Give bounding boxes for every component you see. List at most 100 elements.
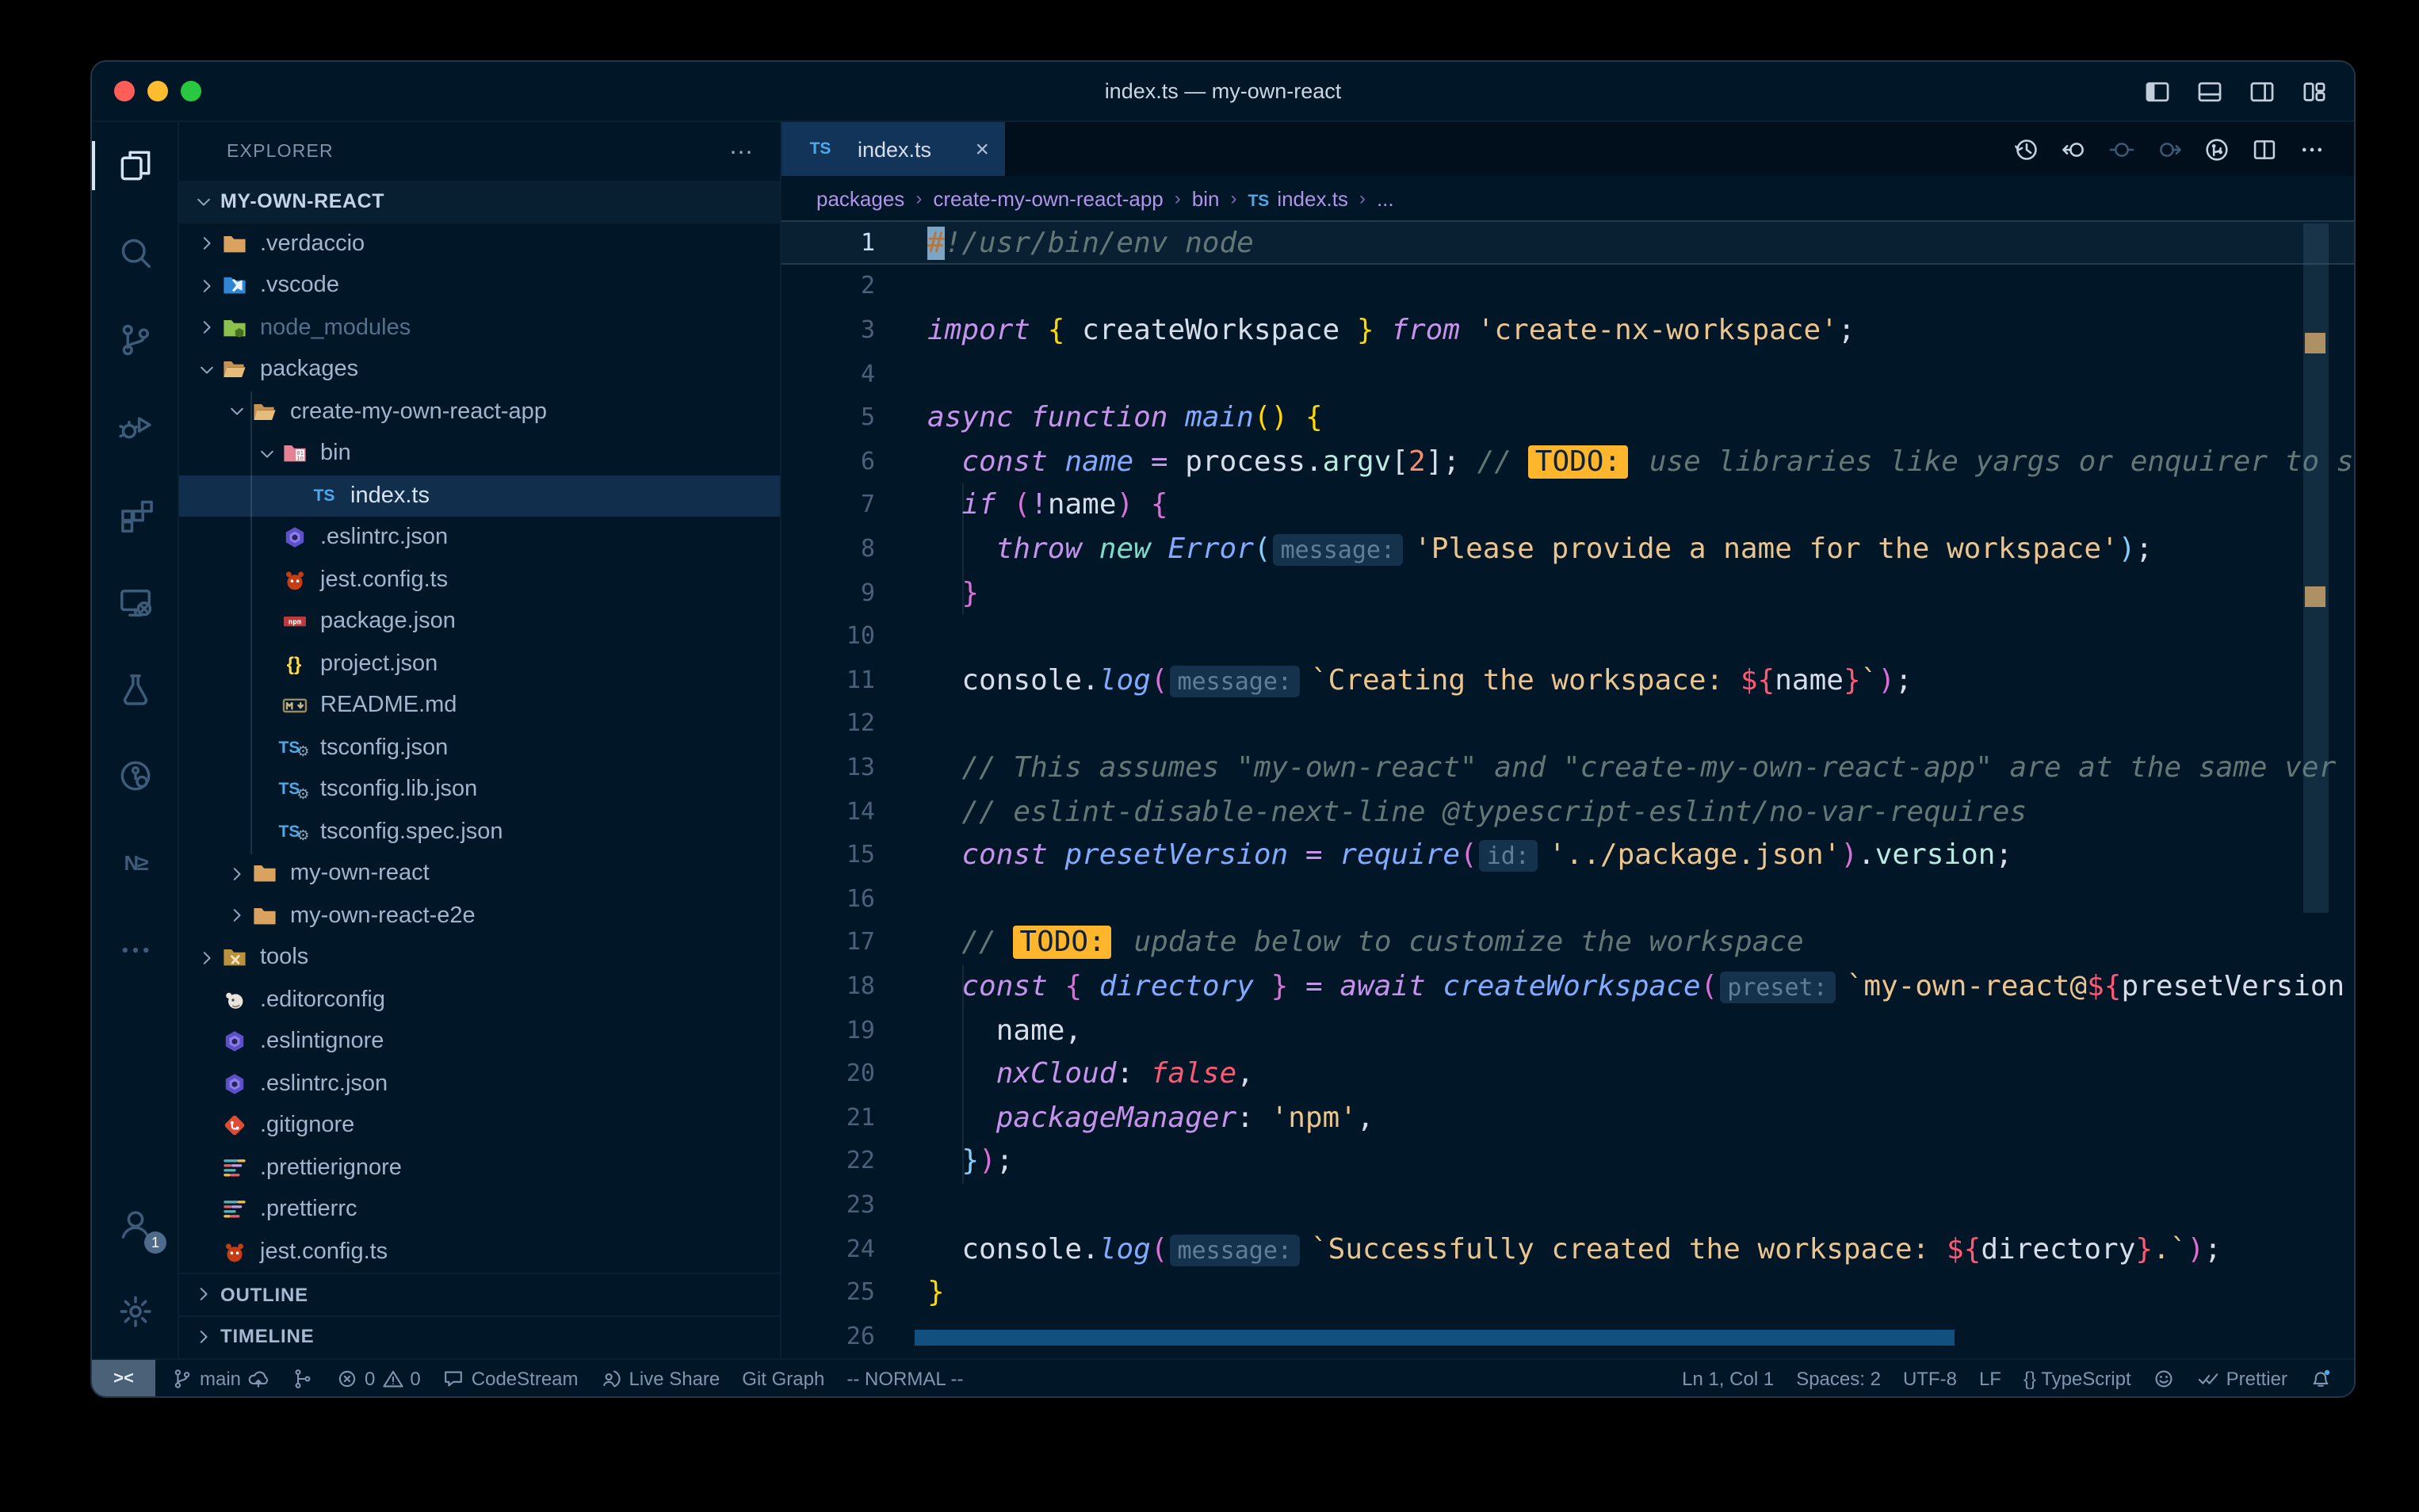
tree-item-.prettierrc[interactable]: .prettierrc [179,1189,780,1231]
status-indentation[interactable]: Spaces: 2 [1796,1367,1881,1389]
tree-item-jest.config.ts[interactable]: jest.config.ts [179,1231,780,1273]
status-encoding[interactable]: UTF-8 [1903,1367,1957,1389]
breadcrumb-index.ts[interactable]: TSindex.ts [1248,186,1347,210]
code-line-7: 7 if (!name) { [781,484,2354,528]
tree-item-my-own-react[interactable]: my-own-react [179,853,780,895]
traffic-lights [114,81,201,101]
tree-item-jest.config.ts[interactable]: jest.config.ts [179,559,780,601]
tree-item-.eslintrc.json[interactable]: .eslintrc.json [179,517,780,559]
status-prettier[interactable]: Prettier [2198,1367,2287,1389]
breadcrumb-create-my-own-react-app[interactable]: create-my-own-react-app [933,186,1163,210]
local-history-icon[interactable] [2013,136,2040,162]
activity-gitlens[interactable] [92,732,179,819]
tree-item-my-own-react-e2e[interactable]: my-own-react-e2e [179,895,780,937]
bin-icon: 0110 [279,441,309,468]
split-editor-icon[interactable] [2251,136,2278,162]
tree-item-label: tsconfig.lib.json [320,777,477,803]
status-feedback[interactable] [2153,1367,2176,1389]
status-git-branch[interactable]: main [171,1367,269,1389]
activity-extensions[interactable] [92,471,179,558]
status-problems[interactable]: 00 [336,1367,421,1389]
close-tab-icon[interactable]: × [975,136,989,162]
activity-run-debug[interactable] [92,384,179,471]
tree-item-index.ts[interactable]: TSindex.ts [179,475,780,517]
tree-item-.verdaccio[interactable]: .verdaccio [179,223,780,265]
activity-search[interactable] [92,209,179,296]
close-window-button[interactable] [114,81,135,101]
line-number: 13 [781,746,875,790]
nav-forward-icon[interactable] [2156,136,2183,162]
tree-item-.eslintrc.json[interactable]: .eslintrc.json [179,1063,780,1105]
more-actions-icon[interactable] [2299,136,2325,162]
code-editor[interactable]: 1#!/usr/bin/env node23import { createWor… [781,220,2354,1358]
maximize-window-button[interactable] [181,81,201,101]
status-label: UTF-8 [1903,1367,1957,1389]
vertical-scrollbar[interactable] [2303,223,2329,913]
minimize-window-button[interactable] [147,81,168,101]
breadcrumb-bin[interactable]: bin [1192,186,1220,210]
activity-remote-explorer[interactable] [92,558,179,645]
status-git-graph[interactable]: Git Graph [742,1367,824,1389]
status-cursor-position[interactable]: Ln 1, Col 1 [1682,1367,1774,1389]
activity-more-views[interactable] [92,907,179,994]
screen: index.ts — my-own-react N≥ 1 EXPLORER ⋯ … [0,0,2419,1512]
tree-item-.gitignore[interactable]: .gitignore [179,1105,780,1147]
remote-indicator[interactable]: >< [92,1359,155,1397]
tree-item-tools[interactable]: tools [179,937,780,979]
warnTri-icon [381,1367,403,1389]
status-notifications[interactable] [2310,1367,2332,1389]
status-vim-mode[interactable]: -- NORMAL -- [846,1367,963,1389]
chevron-right-icon [225,905,247,927]
line-number: 12 [781,703,875,746]
horizontal-scrollbar[interactable] [915,1330,1955,1346]
activity-nx-console[interactable]: N≥ [92,819,179,907]
tree-item-.eslintignore[interactable]: .eslintignore [179,1021,780,1063]
tree-item-project.json[interactable]: {}project.json [179,643,780,685]
tree-item-package.json[interactable]: npmpackage.json [179,601,780,643]
tree-item-node_modules[interactable]: node_modules [179,307,780,349]
nav-back-icon[interactable] [2061,136,2088,162]
status-codestream[interactable]: CodeStream [443,1367,579,1389]
activity-accounts[interactable]: 1 [92,1181,179,1268]
tree-item-packages[interactable]: packages [179,349,780,391]
toggle-secondary-sidebar-icon[interactable] [2248,78,2276,106]
toggle-primary-sidebar-icon[interactable] [2143,78,2172,106]
chevron-spacer [195,1073,217,1095]
open-changes-icon[interactable] [2203,136,2230,162]
chevron-down-icon [255,443,277,465]
explorer-actions-button[interactable]: ⋯ [729,137,755,166]
status-git-graph-icon[interactable] [292,1367,314,1389]
line-number: 24 [781,1228,875,1271]
timeline-panel-header[interactable]: TIMELINE [179,1315,780,1357]
workspace-section-header[interactable]: MY-OWN-REACT [179,181,780,223]
activity-explorer[interactable] [92,122,179,209]
status-live-share[interactable]: Live Share [601,1367,720,1389]
status-label: LF [1979,1367,2001,1389]
tree-item-.prettierignore[interactable]: .prettierignore [179,1147,780,1189]
tree-item-tsconfig.spec.json[interactable]: TS⚙tsconfig.spec.json [179,811,780,853]
chevron-right-icon [195,275,217,297]
outline-panel-header[interactable]: OUTLINE [179,1273,780,1315]
tree-item-tsconfig.lib.json[interactable]: TS⚙tsconfig.lib.json [179,769,780,811]
toggle-panel-icon[interactable] [2195,78,2224,106]
breadcrumb-packages[interactable]: packages [816,186,904,210]
tab-index-ts[interactable]: TS index.ts × [781,122,1005,176]
tree-item-README.md[interactable]: README.md [179,685,780,727]
tree-item-bin[interactable]: 0110bin [179,433,780,475]
activity-settings[interactable] [92,1268,179,1355]
status-eol[interactable]: LF [1979,1367,2001,1389]
nav-dash-icon[interactable] [2108,136,2135,162]
tree-item-.editorconfig[interactable]: .editorconfig [179,979,780,1021]
workspace-section-label: MY-OWN-REACT [220,191,384,213]
status-language-mode[interactable]: {} TypeScript [2023,1367,2131,1389]
tree-item-.vscode[interactable]: .vscode [179,265,780,307]
activity-source-control[interactable] [92,296,179,384]
customize-layout-icon[interactable] [2300,78,2329,106]
activity-testing[interactable] [92,645,179,732]
breadcrumb-...[interactable]: ... [1377,186,1394,210]
tree-item-tsconfig.json[interactable]: TS⚙tsconfig.json [179,727,780,769]
chevron-spacer [195,1241,217,1263]
status-label: Git Graph [742,1367,824,1389]
tree-item-create-my-own-react-app[interactable]: create-my-own-react-app [179,391,780,433]
code-line-24: 24 console.log(message:`Successfully cre… [781,1228,2354,1271]
